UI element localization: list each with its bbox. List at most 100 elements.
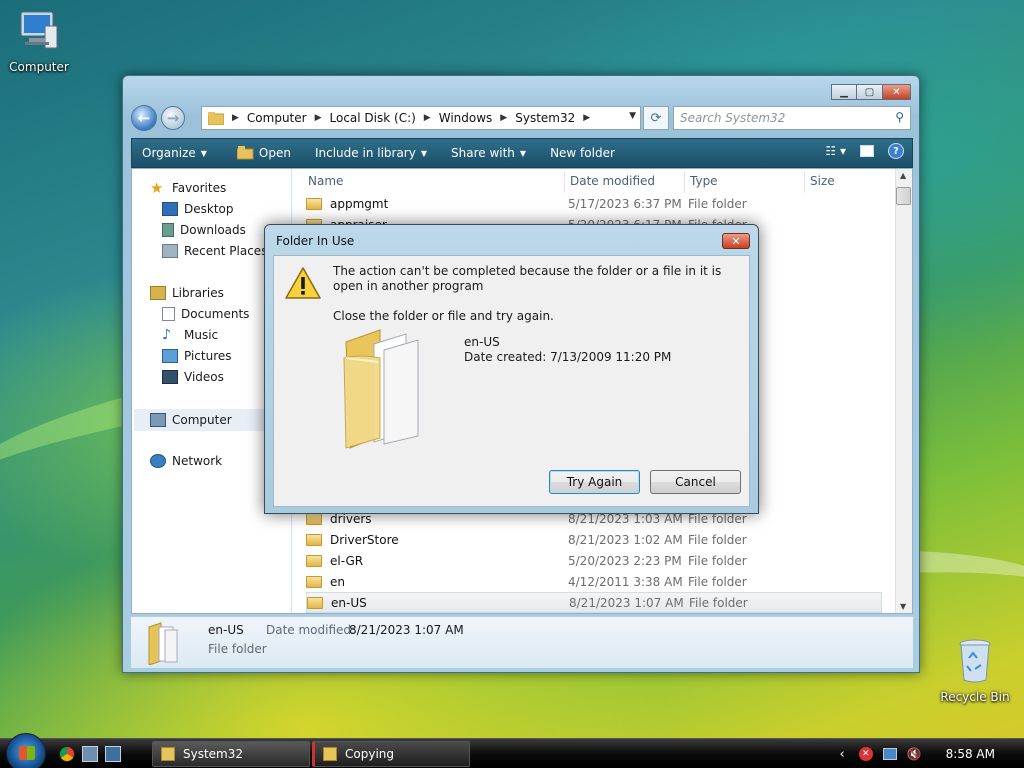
downloads-icon [162,223,174,237]
show-hidden-icons-chevron-icon[interactable]: ‹ [840,747,845,762]
breadcrumb-local-disk[interactable]: Local Disk (C:) [330,111,416,125]
organize-menu[interactable]: Organize ▼ [132,146,217,160]
nav-item-videos[interactable]: Videos [162,370,224,384]
warning-icon [284,266,322,303]
folder-in-use-dialog: Folder In Use ✕ The action can't be comp… [264,224,759,514]
column-divider[interactable] [564,171,565,193]
nav-item-downloads[interactable]: Downloads [162,223,246,237]
breadcrumb-chevron-icon[interactable]: ▶ [500,113,507,123]
column-divider[interactable] [684,171,685,193]
new-folder-button[interactable]: New folder [536,146,625,160]
dialog-title: Folder In Use [276,234,355,248]
nav-label: Documents [181,307,250,321]
breadcrumb-computer[interactable]: Computer [247,111,307,125]
address-bar[interactable]: ▶ Computer ▶ Local Disk (C:) ▶ Windows ▶… [201,106,641,130]
chrome-icon[interactable] [59,746,75,762]
cancel-button[interactable]: Cancel [650,470,741,494]
search-icon[interactable]: ⚲ [895,110,904,124]
nav-label: Downloads [180,223,246,237]
views-icon[interactable]: ☷ ▾ [825,144,846,158]
folder-icon [208,111,224,125]
breadcrumb-chevron-icon[interactable]: ▶ [424,113,431,123]
file-row[interactable]: en 4/12/2011 3:38 AM File folder [306,571,882,592]
include-in-library-menu[interactable]: Include in library ▼ [301,146,437,160]
nav-item-favorites[interactable]: ★ Favorites [150,181,226,196]
file-row-selected[interactable]: en-US 8/21/2023 1:07 AM File folder [306,592,882,613]
security-alert-icon[interactable]: ✕ [858,747,873,761]
share-label: Share with [451,146,515,160]
dropdown-arrow-icon: ▼ [519,148,527,158]
open-button[interactable]: Open [217,146,301,160]
folder-icon [145,621,179,666]
file-date: 8/21/2023 1:02 AM [568,532,683,547]
nav-item-desktop[interactable]: Desktop [162,202,234,216]
back-button[interactable]: ← [131,105,157,131]
switch-windows-icon[interactable] [105,746,121,762]
column-header-size[interactable]: Size [810,174,835,188]
file-row[interactable]: appmgmt 5/17/2023 6:37 PM File folder [306,193,882,214]
maximize-icon: ▢ [864,86,875,98]
dialog-folder-name: en-US [464,335,500,349]
include-label: Include in library [314,146,416,160]
forward-arrow-icon: → [166,109,180,127]
file-row[interactable]: DriverStore 8/21/2023 1:02 AM File folde… [306,529,882,550]
file-date: 5/20/2023 2:23 PM [568,553,682,568]
details-type: File folder [208,642,267,656]
column-header-date[interactable]: Date modified [570,174,655,188]
scroll-up-icon[interactable]: ▲ [900,171,906,180]
nav-item-recent-places[interactable]: Recent Places [162,244,267,258]
minimize-button[interactable]: ▁ [831,84,857,100]
try-again-button[interactable]: Try Again [549,470,640,494]
nav-item-music[interactable]: ♪ Music [162,328,218,342]
breadcrumb-windows[interactable]: Windows [439,111,493,125]
start-button[interactable] [6,733,46,768]
toolbar-right-group: ☷ ▾ ? [825,143,904,159]
folder-icon [306,575,322,588]
file-name: DriverStore [330,532,399,547]
file-row[interactable]: el-GR 5/20/2023 2:23 PM File folder [306,550,882,571]
window-caption-buttons: ▁ ▢ ✕ [831,84,911,100]
column-divider[interactable] [804,171,805,193]
address-dropdown-icon[interactable]: ▼ [629,111,636,121]
vertical-scrollbar[interactable]: ▲ ▼ [895,169,912,613]
breadcrumb-system32[interactable]: System32 [515,111,575,125]
taskbar-item-label: System32 [183,747,244,761]
taskbar-item-copying[interactable]: Copying [312,741,470,767]
desktop-icon-recycle-bin[interactable]: Recycle Bin [935,636,1015,704]
column-header-type[interactable]: Type [690,174,718,188]
nav-item-documents[interactable]: Documents [162,307,249,321]
taskbar-item-system32[interactable]: System32 [152,741,310,767]
column-header-name[interactable]: Name [308,174,343,188]
search-input[interactable]: Search System32 ⚲ [673,106,911,130]
file-name: appmgmt [330,196,389,211]
desktop-icon [162,202,178,216]
taskbar-item-label: Copying [345,747,394,761]
folder-icon [307,596,323,609]
scroll-down-icon[interactable]: ▼ [900,602,906,611]
help-icon[interactable]: ? [888,143,904,159]
network-icon[interactable] [882,748,897,760]
breadcrumb-chevron-icon[interactable]: ▶ [315,113,322,123]
close-button[interactable]: ✕ [883,84,911,100]
refresh-button[interactable]: ⟳ [643,106,669,130]
dialog-close-button[interactable]: ✕ [722,233,750,249]
desktop-icon-computer[interactable]: Computer [0,8,79,74]
maximize-button[interactable]: ▢ [857,84,883,100]
nav-label: Music [184,328,219,342]
new-folder-label: New folder [550,146,615,160]
videos-icon [162,370,178,384]
breadcrumb-chevron-icon[interactable]: ▶ [583,113,590,123]
taskbar: System32 Copying ‹ ✕ 🔇 8:58 AM [0,733,1024,768]
nav-item-pictures[interactable]: Pictures [162,349,232,363]
forward-button[interactable]: → [161,106,185,130]
nav-item-libraries[interactable]: Libraries [150,286,224,300]
libraries-icon [150,286,166,300]
share-with-menu[interactable]: Share with ▼ [437,146,536,160]
show-desktop-icon[interactable] [82,746,98,762]
volume-muted-icon[interactable]: 🔇 [907,747,922,761]
file-date: 5/17/2023 6:37 PM [568,196,682,211]
preview-pane-icon[interactable] [860,145,874,157]
clock[interactable]: 8:58 AM [946,747,995,761]
scroll-thumb[interactable] [896,187,911,205]
nav-item-network[interactable]: Network [150,454,222,468]
